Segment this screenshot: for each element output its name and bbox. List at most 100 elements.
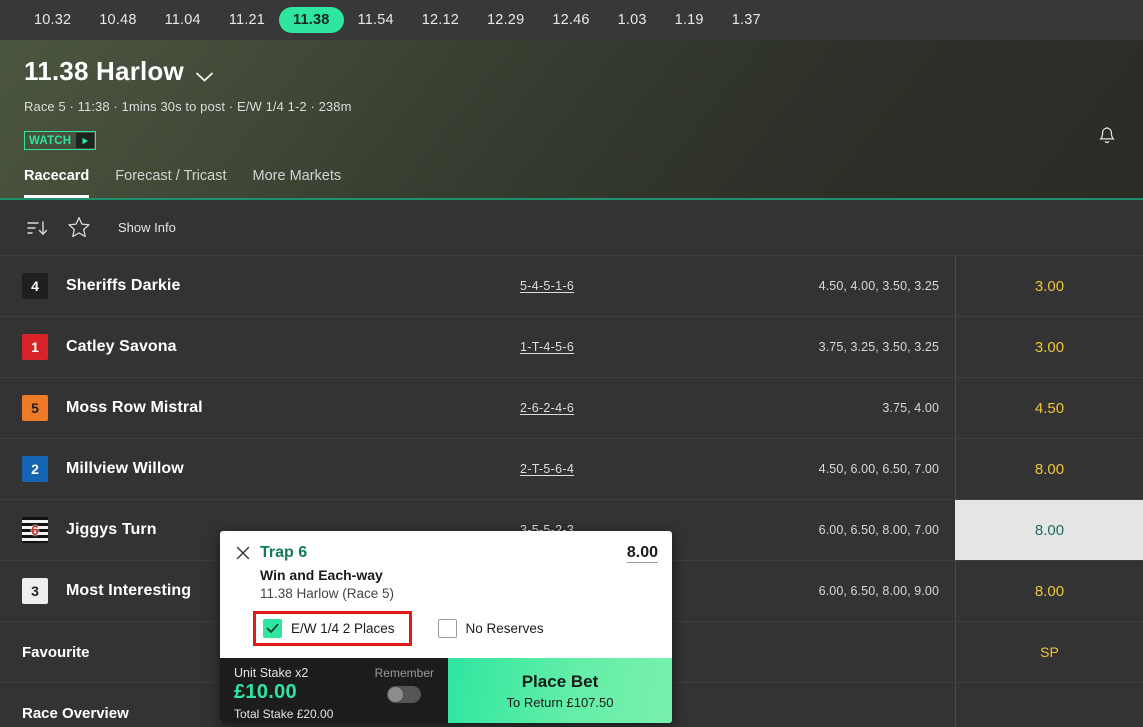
odds-button[interactable]: 8.00 xyxy=(955,439,1143,499)
trap-number-badge: 2 xyxy=(22,456,48,482)
price-history: 4.50, 6.00, 6.50, 7.00 xyxy=(818,462,939,476)
each-way-checkbox[interactable] xyxy=(263,619,282,638)
price-history: 6.00, 6.50, 8.00, 7.00 xyxy=(818,523,939,537)
price-history: 3.75, 3.25, 3.50, 3.25 xyxy=(818,340,939,354)
no-reserves-checkbox[interactable] xyxy=(437,619,457,638)
remember-toggle[interactable] xyxy=(387,686,422,703)
race-time-chip[interactable]: 1.03 xyxy=(604,7,661,33)
trap-number: 6 xyxy=(31,522,39,538)
runner-form-link[interactable]: 5-4-5-1-6 xyxy=(520,279,574,293)
racecard-toolbar: Show Info xyxy=(0,200,1143,256)
trap-number: 3 xyxy=(31,583,39,599)
tab-forecast-tricast[interactable]: Forecast / Tricast xyxy=(115,168,226,198)
bell-icon xyxy=(1098,126,1116,151)
runner-name[interactable]: Catley Savona xyxy=(66,338,177,356)
runner-form-cell: 2-T-5-6-4 xyxy=(520,439,750,499)
summary-odds-button[interactable]: SP xyxy=(955,622,1143,682)
price-history: 4.50, 4.00, 3.50, 3.25 xyxy=(818,279,939,293)
price-history: 6.00, 6.50, 8.00, 9.00 xyxy=(818,584,939,598)
play-icon xyxy=(76,133,94,148)
runner-name[interactable]: Moss Row Mistral xyxy=(66,399,203,417)
runner-form-cell: 1-T-4-5-6 xyxy=(520,317,750,377)
place-bet-label: Place Bet xyxy=(521,671,599,691)
odds-button[interactable]: 3.00 xyxy=(955,256,1143,316)
trap-number-badge: 4 xyxy=(22,273,48,299)
betslip-bet-type: Win and Each-way xyxy=(260,567,383,583)
race-time-chip[interactable]: 11.21 xyxy=(215,7,279,33)
place-bet-button[interactable]: Place Bet To Return £107.50 xyxy=(448,658,672,723)
race-time-chip[interactable]: 1.19 xyxy=(661,7,718,33)
runner-form-cell: 5-4-5-1-6 xyxy=(520,256,750,316)
runner-form-cell: 2-6-2-4-6 xyxy=(520,378,750,438)
trap-number-badge: 3 xyxy=(22,578,48,604)
trap-number-badge: 5 xyxy=(22,395,48,421)
total-stake-label: Total Stake £20.00 xyxy=(234,707,334,721)
notification-bell-button[interactable] xyxy=(1091,122,1123,154)
show-info-button[interactable]: Show Info xyxy=(118,220,176,235)
odds-button[interactable]: 8.00 xyxy=(955,561,1143,621)
betslip-selection-name: Trap 6 xyxy=(260,544,308,561)
race-meta: Race 5 · 11:38 · 1mins 30s to post · E/W… xyxy=(24,99,352,114)
watch-button[interactable]: WATCH xyxy=(24,131,96,150)
runner-row: 4 Sheriffs Darkie 5-4-5-1-6 4.50, 4.00, 3.5… xyxy=(0,256,1143,317)
runner-row: 5 Moss Row Mistral 2-6-2-4-6 3.75, 4.00 4.50 xyxy=(0,378,1143,439)
runner-name[interactable]: Most Interesting xyxy=(66,582,191,600)
race-time-chip[interactable]: 10.48 xyxy=(85,7,150,33)
betslip-price[interactable]: 8.00 xyxy=(626,543,658,563)
each-way-option-highlight[interactable]: E/W 1/4 2 Places xyxy=(253,611,412,646)
race-time-chip[interactable]: 11.54 xyxy=(344,7,408,33)
betslip-options: E/W 1/4 2 Places No Reserves xyxy=(234,611,658,646)
race-time-chip[interactable]: 11.38 xyxy=(279,7,344,33)
runner-row: 2 Millview Willow 2-T-5-6-4 4.50, 6.00, 6.5… xyxy=(0,439,1143,500)
runner-name[interactable]: Sheriffs Darkie xyxy=(66,277,180,295)
stake-panel[interactable]: Unit Stake x2 £10.00 Total Stake £20.00 … xyxy=(220,658,448,723)
race-time-chip[interactable]: 12.29 xyxy=(473,7,538,33)
trap-number: 1 xyxy=(31,339,39,355)
race-header: 11.38 Harlow Race 5 · 11:38 · 1mins 30s … xyxy=(0,40,1143,200)
trap-number: 4 xyxy=(31,278,39,294)
tab-more-markets[interactable]: More Markets xyxy=(253,168,342,198)
each-way-label: E/W 1/4 2 Places xyxy=(291,621,395,636)
runner-identity: 1 Catley Savona xyxy=(0,317,520,377)
trap-number-badge: 1 xyxy=(22,334,48,360)
race-time-chip[interactable]: 12.12 xyxy=(408,7,473,33)
runner-form-link[interactable]: 2-T-5-6-4 xyxy=(520,462,574,476)
trap-number: 5 xyxy=(31,400,39,416)
summary-odds-button[interactable] xyxy=(955,683,1143,727)
chevron-down-icon[interactable] xyxy=(196,69,213,82)
star-outline-icon[interactable] xyxy=(66,215,92,241)
remember-stake-control[interactable]: Remember xyxy=(375,666,434,703)
trap-number: 2 xyxy=(31,461,39,477)
remember-label: Remember xyxy=(374,666,434,680)
race-tabs[interactable]: Racecard Forecast / Tricast More Markets xyxy=(24,168,341,198)
betslip-popup: Trap 6 8.00 Win and Each-way 11.38 Harlo… xyxy=(220,531,672,723)
runner-identity: 5 Moss Row Mistral xyxy=(0,378,520,438)
runner-identity: 4 Sheriffs Darkie xyxy=(0,256,520,316)
odds-button[interactable]: 8.00 xyxy=(955,500,1143,560)
betslip-details: Trap 6 8.00 Win and Each-way 11.38 Harlo… xyxy=(220,531,672,658)
race-time-chip[interactable]: 11.04 xyxy=(151,7,215,33)
race-time-chip[interactable]: 10.32 xyxy=(20,7,85,33)
runner-form-link[interactable]: 2-6-2-4-6 xyxy=(520,401,574,415)
to-return-label: To Return £107.50 xyxy=(506,694,614,710)
sort-descending-icon[interactable] xyxy=(24,215,50,241)
price-history: 3.75, 4.00 xyxy=(882,401,939,415)
runner-name[interactable]: Millview Willow xyxy=(66,460,184,478)
betslip-footer: Unit Stake x2 £10.00 Total Stake £20.00 … xyxy=(220,658,672,723)
runner-form-link[interactable]: 1-T-4-5-6 xyxy=(520,340,574,354)
runner-identity: 2 Millview Willow xyxy=(0,439,520,499)
no-reserves-option[interactable]: No Reserves xyxy=(437,619,544,638)
page-title: 11.38 Harlow xyxy=(24,56,184,86)
no-reserves-label: No Reserves xyxy=(465,621,544,636)
race-title-row[interactable]: 11.38 Harlow xyxy=(24,40,1119,87)
race-times-bar[interactable]: 10.32 10.48 11.04 11.21 11.38 11.54 12.12 12.29… xyxy=(0,0,1143,40)
race-time-chip[interactable]: 12.46 xyxy=(538,7,603,33)
odds-button[interactable]: 4.50 xyxy=(955,378,1143,438)
betslip-header-row: Trap 6 8.00 xyxy=(234,543,658,563)
race-time-chip[interactable]: 1.37 xyxy=(718,7,775,33)
runner-name[interactable]: Jiggys Turn xyxy=(66,521,157,539)
tab-racecard[interactable]: Racecard xyxy=(24,168,89,198)
odds-button[interactable]: 3.00 xyxy=(955,317,1143,377)
close-icon[interactable] xyxy=(234,544,252,562)
watch-label: WATCH xyxy=(29,134,72,147)
